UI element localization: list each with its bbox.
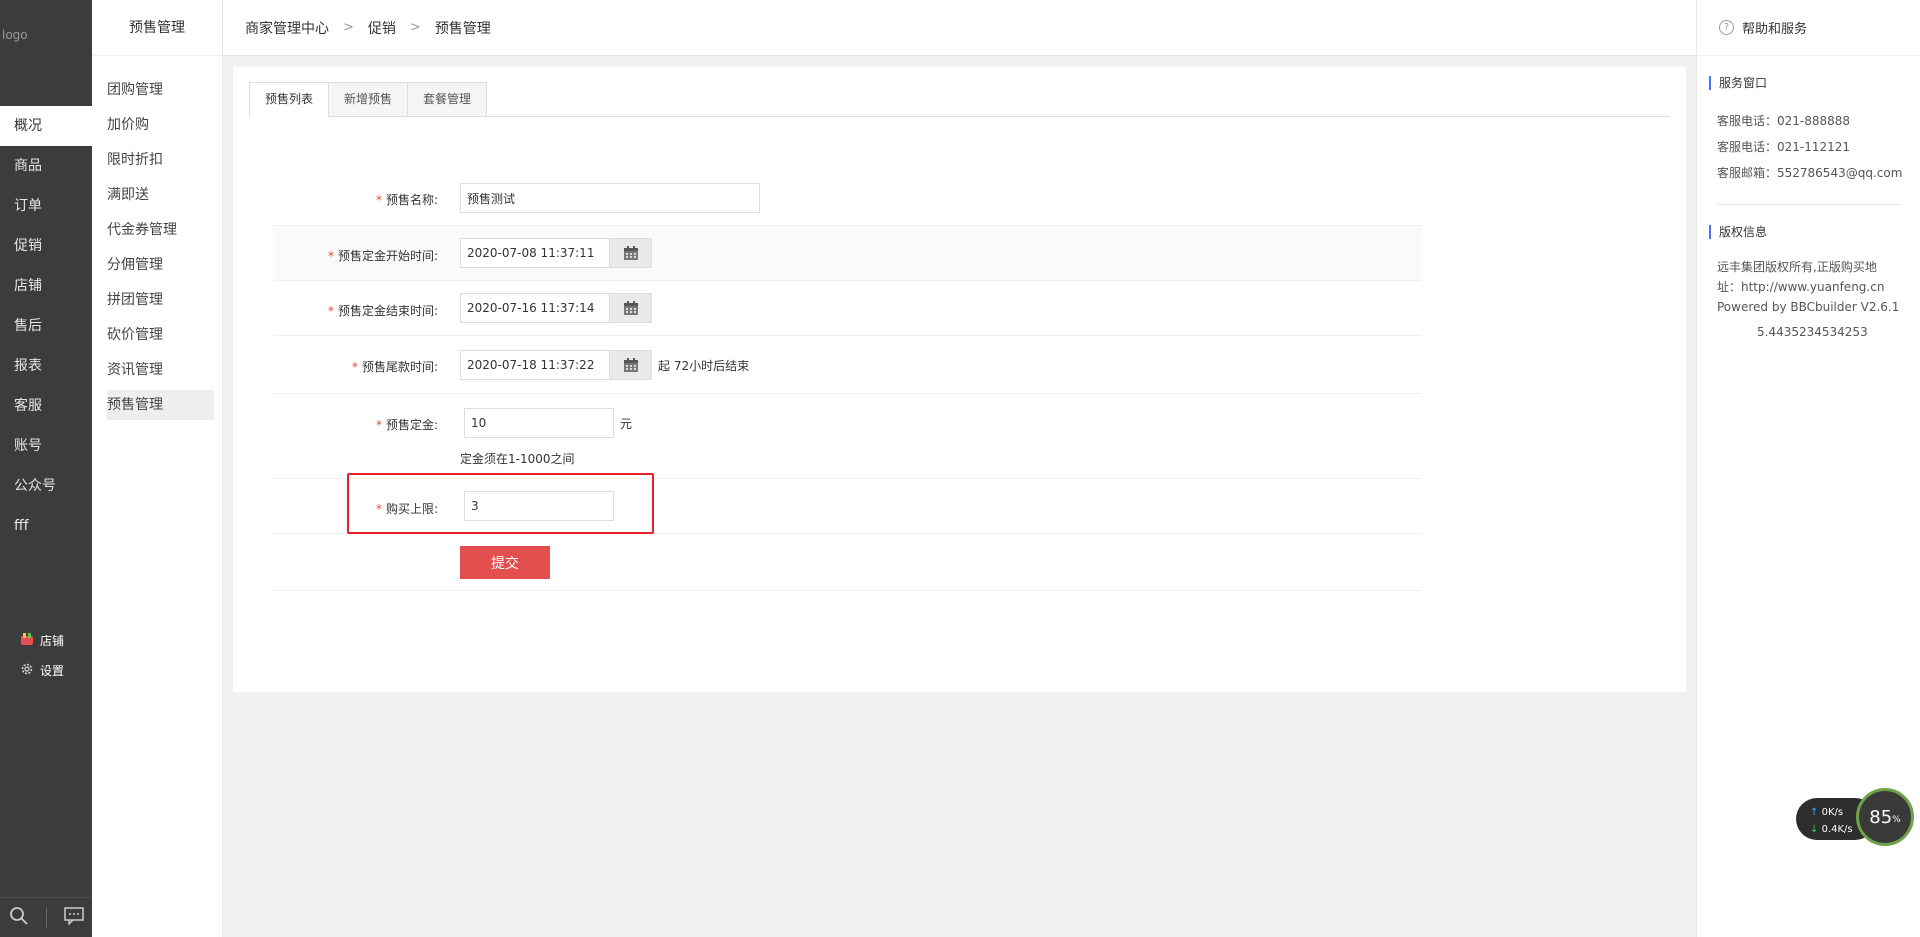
deposit-label: * 预售定金: [375, 418, 438, 432]
search-icon[interactable] [9, 906, 29, 930]
version-number: 5.4435234534253 [1757, 325, 1868, 339]
sidebar-item-official-account[interactable]: 公众号 [0, 466, 92, 506]
deposit-end-input[interactable] [461, 294, 609, 322]
submenu-item-group-buy[interactable]: 团购管理 [107, 75, 214, 105]
settings-link-label: 设置 [40, 664, 65, 678]
final-payment-label: * 预售尾款时间: [351, 360, 438, 374]
main-content: 预售列表 新增预售 套餐管理 *预售名称: *预售定金开始时间: *预售定金结束… [233, 67, 1686, 692]
deposit-hint: 定金须在1-1000之间 [460, 452, 575, 466]
sidebar-item-shop[interactable]: 店铺 [0, 266, 92, 306]
breadcrumb-current: 预售管理 [434, 20, 491, 37]
calendar-icon[interactable] [609, 239, 651, 267]
breadcrumb-merchant-center[interactable]: 商家管理中心 [245, 18, 329, 38]
form-row-final-payment: *预售尾款时间: 起 72小时后结束 [273, 336, 1422, 394]
service-phone-2: 客服电话：021-112121 [1717, 140, 1851, 154]
calendar-icon[interactable] [609, 294, 651, 322]
footer-divider [45, 907, 47, 928]
submenu-item-news[interactable]: 资讯管理 [107, 355, 214, 385]
copyright-title: 版权信息 [1709, 225, 1920, 239]
sidebar-item-overview[interactable]: 概况 [0, 106, 92, 146]
submenu-item-commission[interactable]: 分佣管理 [107, 250, 214, 280]
gear-icon [20, 662, 34, 679]
final-payment-suffix: 起 72小时后结束 [658, 358, 750, 373]
deposit-start-input[interactable] [461, 239, 609, 267]
memory-usage-circle[interactable]: 85% [1856, 788, 1914, 846]
form-row-submit: 提交 [273, 534, 1422, 591]
copyright-line-2: 址：http://www.yuanfeng.cn [1717, 280, 1885, 294]
presale-name-input[interactable] [460, 183, 760, 213]
submenu-item-presale[interactable]: 预售管理 [107, 390, 214, 420]
breadcrumb-separator: > [409, 20, 421, 35]
breadcrumb-separator: > [343, 20, 354, 35]
tab-bar: 预售列表 新增预售 套餐管理 [249, 82, 1670, 117]
submenu-item-bargain[interactable]: 砍价管理 [107, 320, 214, 350]
deposit-input[interactable] [464, 408, 614, 438]
download-speed: 0.4 [1821, 824, 1838, 835]
main-sidebar: logo 概况 商品 订单 促销 店铺 售后 报表 客服 账号 公众号 fff … [0, 0, 92, 937]
tab-add-presale[interactable]: 新增预售 [328, 82, 409, 117]
sidebar-item-goods[interactable]: 商品 [0, 146, 92, 186]
form-row-deposit-start: * 预售定金开始时间: [273, 226, 1422, 281]
help-icon: ? [1719, 20, 1734, 35]
submenu-item-group-deal[interactable]: 拼团管理 [107, 285, 214, 315]
download-arrow-icon: ↓ [1810, 824, 1819, 835]
upload-arrow-icon: ↑ [1810, 807, 1819, 818]
help-panel-header: ? 帮助和服务 [1697, 0, 1920, 56]
sidebar-footer [0, 897, 92, 937]
sidebar-item-fff[interactable]: fff [0, 506, 92, 546]
final-payment-date-picker [460, 350, 652, 380]
submenu-title: 预售管理 [92, 0, 222, 56]
submenu-item-add-price-buy[interactable]: 加价购 [107, 110, 214, 140]
form-row-deposit-end: * 预售定金结束时间: [273, 281, 1422, 336]
form-row-name: * 预售名称: [273, 167, 1422, 226]
sidebar-item-orders[interactable]: 订单 [0, 186, 92, 226]
logo-alt-text: logo [2, 28, 28, 42]
service-phone-1: 客服电话：021-888888 [1717, 114, 1851, 128]
service-window-title: 服务窗口 [1709, 76, 1920, 90]
name-label: * 预售名称: [375, 193, 438, 207]
deposit-unit: 元 [620, 416, 633, 431]
download-unit: K/s [1837, 824, 1853, 835]
breadcrumb: 商家管理中心 > 促销 > 预售管理 [223, 0, 1696, 56]
upload-unit: K/s [1827, 807, 1844, 818]
form-row-deposit: *预售定金: 元 定金须在1-1000之间 [273, 394, 1422, 479]
settings-link[interactable]: 设置 [20, 662, 64, 679]
submenu-item-voucher[interactable]: 代金券管理 [107, 215, 214, 245]
help-panel-title: 帮助和服务 [1742, 22, 1808, 37]
deposit-end-label: * 预售定金结束时间: [327, 304, 438, 318]
highlight-box [347, 473, 654, 534]
submenu-item-flash-discount[interactable]: 限时折扣 [107, 145, 214, 175]
shop-link[interactable]: 店铺 [20, 632, 64, 649]
submit-button[interactable]: 提交 [460, 546, 550, 579]
service-email: 客服邮箱：552786543@qq.com [1717, 166, 1903, 180]
memory-percent: 85 [1869, 806, 1893, 828]
final-payment-input[interactable] [461, 351, 609, 379]
tab-package-management[interactable]: 套餐管理 [407, 82, 488, 117]
percent-sign: % [1892, 815, 1901, 825]
calendar-icon[interactable] [609, 351, 651, 379]
shop-link-label: 店铺 [40, 634, 65, 648]
sidebar-item-account[interactable]: 账号 [0, 426, 92, 466]
message-icon[interactable] [63, 906, 84, 929]
sidebar-item-customer-service[interactable]: 客服 [0, 386, 92, 426]
logo[interactable]: logo [0, 0, 92, 106]
copyright-line-1: 远丰集团版权所有,正版购买地 [1717, 260, 1877, 274]
deposit-end-date-picker [460, 293, 652, 323]
breadcrumb-promotion[interactable]: 促销 [368, 18, 396, 38]
copyright-line-3: Powered by BBCbuilder V2.6.1 [1717, 300, 1900, 314]
deposit-start-date-picker [460, 238, 652, 268]
deposit-start-label: * 预售定金开始时间: [327, 249, 438, 263]
panel-divider [1717, 204, 1900, 205]
submenu-item-full-gift[interactable]: 满即送 [107, 180, 214, 210]
submenu: 预售管理 团购管理 加价购 限时折扣 满即送 代金券管理 分佣管理 拼团管理 砍… [92, 0, 223, 937]
tab-presale-list[interactable]: 预售列表 [249, 82, 330, 117]
network-speed-widget[interactable]: ↑ 0K/s ↓ 0.4K/s 85% [1796, 788, 1914, 846]
sidebar-item-promotion[interactable]: 促销 [0, 226, 92, 266]
sidebar-item-reports[interactable]: 报表 [0, 346, 92, 386]
sidebar-item-after-sales[interactable]: 售后 [0, 306, 92, 346]
shop-icon [20, 632, 34, 649]
